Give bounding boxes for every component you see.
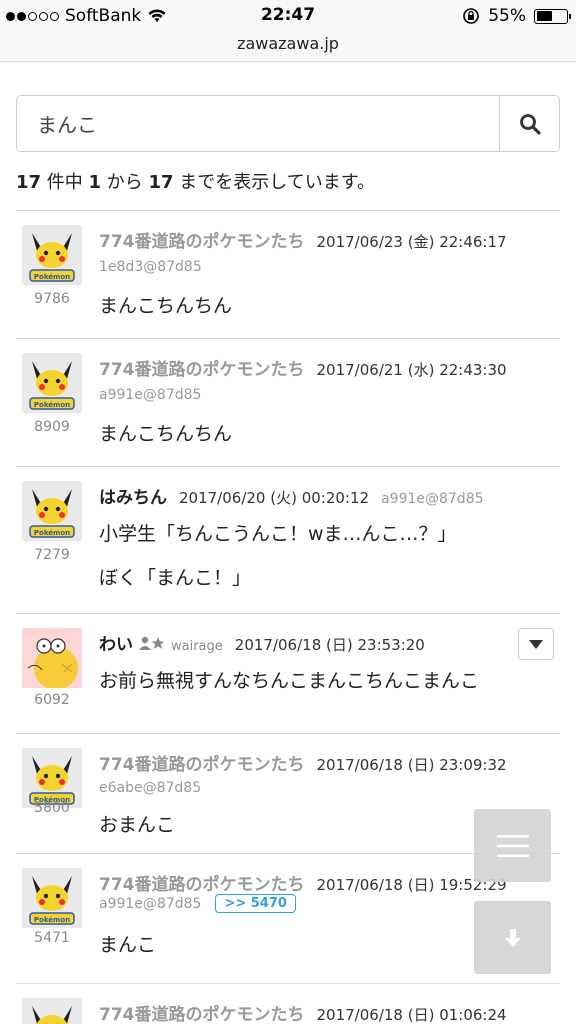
result-text-1: 件中 — [41, 172, 89, 193]
post-author[interactable]: 774番道路のポケモンたち — [99, 227, 305, 252]
result-text-3: までを表示しています。 — [173, 172, 375, 193]
post-hash: a991e@87d85 — [381, 491, 484, 507]
result-total: 17 — [16, 172, 42, 193]
pikachu-avatar-icon[interactable]: Pokémon — [22, 748, 82, 808]
post-header: はみちん 2017/06/20 (火) 00:20:12 a991e@87d85 — [99, 483, 484, 508]
post-body: まんこ — [99, 934, 157, 956]
koduck-avatar-icon[interactable] — [22, 628, 82, 688]
svg-text:Pokémon: Pokémon — [34, 916, 70, 924]
user-handle[interactable]: wairage — [171, 639, 223, 654]
post-hash: 1e8d3@87d85 — [99, 259, 202, 275]
url-text: zawazawa.jp — [237, 34, 339, 53]
post-hash: a991e@87d85 — [99, 387, 202, 403]
post-author[interactable]: 774番道路のポケモンたち — [99, 750, 305, 775]
post-date: 2017/06/21 (水) 22:43:30 — [316, 361, 507, 379]
post-id: 7279 — [34, 547, 70, 563]
post-body: まんこちんちん — [99, 423, 233, 445]
post-author[interactable]: わい — [99, 630, 133, 655]
pikachu-avatar-icon[interactable] — [22, 998, 82, 1024]
caret-down-icon — [529, 639, 543, 649]
post-body: まんこちんちん — [99, 295, 233, 317]
post-body-line-1: 小学生「ちんこうんこ！wま…んこ…？」 — [99, 523, 457, 545]
post-hash: e6abe@87d85 — [99, 780, 202, 796]
post-header: 774番道路のポケモンたち 2017/06/18 (日) 19:52:29 — [99, 870, 507, 895]
rotation-lock-icon — [463, 8, 480, 24]
scroll-down-button[interactable] — [474, 901, 551, 974]
post-date: 2017/06/18 (日) 23:53:20 — [234, 636, 425, 654]
status-bar: SoftBank 22:47 55% — [0, 0, 576, 32]
post-author[interactable]: 774番道路のポケモンたち — [99, 870, 305, 895]
post-id: 6092 — [34, 692, 70, 708]
search-icon — [519, 113, 541, 135]
post-header: 774番道路のポケモンたち 2017/06/18 (日) 01:06:24 — [99, 1000, 507, 1024]
post-id: 5471 — [34, 930, 70, 946]
battery-percent: 55% — [488, 6, 526, 26]
pikachu-avatar-icon[interactable]: Pokémon — [22, 868, 82, 928]
svg-text:Pokémon: Pokémon — [34, 401, 70, 409]
post-hash-line: 1e8d3@87d85 — [99, 259, 202, 275]
post-item: 774番道路のポケモンたち 2017/06/18 (日) 01:06:24 — [16, 983, 560, 1024]
post-body: おまんこ — [99, 814, 176, 836]
battery-icon — [534, 8, 571, 24]
post-date: 2017/06/23 (金) 22:46:17 — [316, 233, 507, 251]
post-header: 774番道路のポケモンたち 2017/06/18 (日) 23:09:32 — [99, 750, 507, 775]
post-author[interactable]: 774番道路のポケモンたち — [99, 355, 305, 380]
search-form — [16, 95, 560, 152]
menu-button[interactable] — [474, 809, 551, 882]
search-button[interactable] — [500, 95, 560, 152]
search-input[interactable] — [16, 95, 500, 152]
post-id: 5800 — [34, 800, 70, 816]
post-hash-line: e6abe@87d85 — [99, 780, 201, 796]
pikachu-avatar-icon[interactable]: Pokémon — [22, 225, 82, 285]
pikachu-avatar-icon[interactable]: Pokémon — [22, 481, 82, 541]
svg-text:Pokémon: Pokémon — [34, 529, 70, 537]
post-body: お前ら無視すんなちんこまんこちんこまんこ — [99, 670, 480, 692]
post-body-line-2: ぼく「まんこ！」 — [99, 567, 252, 589]
reply-link[interactable]: >> 5470 — [215, 894, 296, 913]
post-author[interactable]: はみちん — [99, 483, 167, 508]
post-item: Pokémon 8909 774番道路のポケモンたち 2017/06/21 (水… — [16, 338, 560, 466]
arrow-down-icon — [504, 928, 521, 947]
result-to: 17 — [148, 172, 174, 193]
post-author-group: わい wairage — [99, 630, 223, 655]
post-date: 2017/06/20 (火) 00:20:12 — [179, 489, 370, 507]
url-bar[interactable]: zawazawa.jp — [0, 32, 576, 62]
result-text-2: から — [101, 172, 149, 193]
pikachu-avatar-icon[interactable]: Pokémon — [22, 353, 82, 413]
svg-text:Pokémon: Pokémon — [34, 273, 70, 281]
post-hash: a991e@87d85 — [99, 895, 202, 912]
post-author[interactable]: 774番道路のポケモンたち — [99, 1000, 305, 1024]
post-header: 774番道路のポケモンたち 2017/06/23 (金) 22:46:17 — [99, 227, 507, 252]
post-header: わい wairage 2017/06/18 (日) 23:53:20 — [99, 630, 425, 655]
user-star-icon — [139, 636, 165, 650]
result-count: 17 件中 1 から 17 までを表示しています。 — [16, 168, 375, 194]
post-id: 8909 — [34, 419, 70, 435]
post-header: 774番道路のポケモンたち 2017/06/21 (水) 22:43:30 — [99, 355, 507, 380]
post-id: 9786 — [34, 291, 70, 307]
post-item: Pokémon 9786 774番道路のポケモンたち 2017/06/23 (金… — [16, 210, 560, 338]
post-date: 2017/06/18 (日) 23:09:32 — [316, 756, 507, 774]
post-item: 6092 わい wairage 2017/06/18 (日) 23:53:20 … — [16, 613, 560, 733]
post-hash-line: a991e@87d85 >> 5470 — [99, 894, 296, 913]
post-menu-button[interactable] — [518, 628, 554, 660]
result-from: 1 — [88, 172, 102, 193]
post-item: Pokémon 7279 はみちん 2017/06/20 (火) 00:20:1… — [16, 466, 560, 613]
post-date: 2017/06/18 (日) 01:06:24 — [316, 1006, 507, 1024]
post-hash-line: a991e@87d85 — [99, 387, 201, 403]
status-right: 55% — [462, 6, 571, 26]
hamburger-icon — [496, 834, 529, 857]
